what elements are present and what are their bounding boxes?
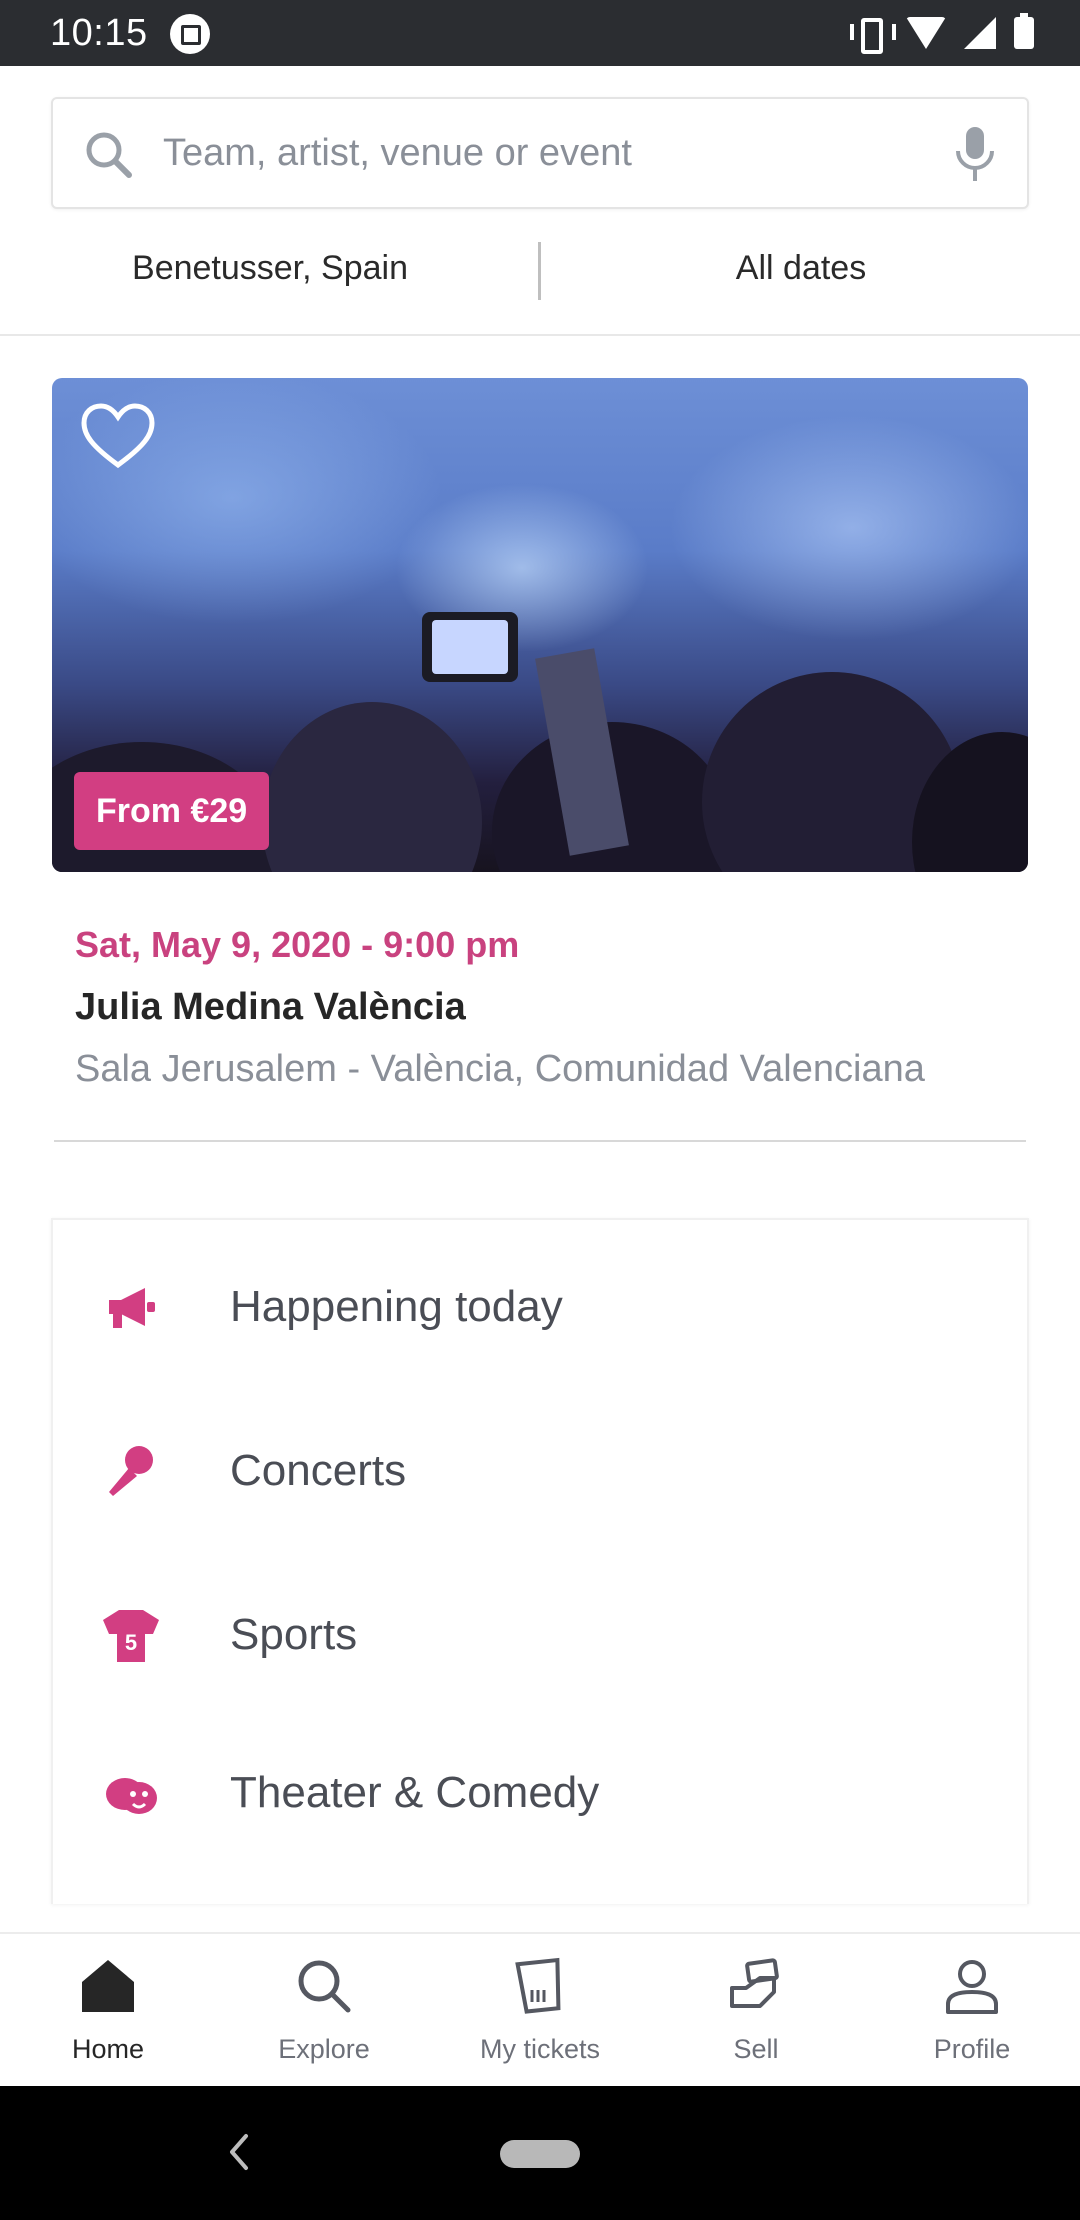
status-time: 10:15 — [50, 12, 148, 54]
nav-explore[interactable]: Explore — [216, 1934, 432, 2088]
svg-text:5: 5 — [125, 1630, 137, 1655]
category-label: Happening today — [230, 1282, 563, 1331]
back-icon[interactable] — [226, 2132, 252, 2172]
bottom-nav: Home Explore My tickets Sell Profile — [0, 1932, 1080, 2086]
search-icon — [86, 132, 132, 178]
microphone-icon — [109, 1446, 153, 1496]
price-badge: From €29 — [74, 772, 270, 850]
divider — [54, 1140, 1026, 1142]
wifi-icon — [906, 17, 946, 49]
nav-label: Explore — [278, 2034, 370, 2064]
nav-sell[interactable]: Sell — [648, 1934, 864, 2088]
category-concerts[interactable]: Concerts — [53, 1400, 1031, 1540]
nav-my-tickets[interactable]: My tickets — [432, 1934, 648, 2088]
megaphone-icon — [109, 1288, 155, 1328]
filter-bar: Benetusser, Spain All dates — [0, 232, 1080, 336]
vibrate-icon — [850, 16, 896, 54]
home-pill[interactable] — [500, 2140, 580, 2168]
screenshot-notification-icon — [170, 14, 210, 54]
nav-label: My tickets — [479, 2034, 600, 2064]
cell-signal-icon — [964, 17, 996, 49]
location-filter[interactable]: Benetusser, Spain — [0, 232, 540, 336]
category-list: Happening today Concerts 5 Sports Theate… — [51, 1218, 1029, 1904]
event-title[interactable]: Julia Medina València — [75, 986, 466, 1029]
category-theater-comedy[interactable]: Theater & Comedy — [53, 1722, 1031, 1862]
event-image[interactable]: From €29 — [52, 378, 1028, 872]
nav-profile[interactable]: Profile — [864, 1934, 1080, 2088]
jersey-icon: 5 — [103, 1610, 159, 1662]
status-bar: 10:15 — [0, 0, 1080, 66]
search-bar[interactable]: Team, artist, venue or event — [51, 97, 1029, 209]
nav-label: Profile — [933, 2034, 1011, 2064]
category-label: Concerts — [230, 1446, 407, 1495]
nav-home[interactable]: Home — [0, 1934, 216, 2088]
event-date: Sat, May 9, 2020 - 9:00 pm — [75, 924, 520, 965]
profile-icon — [946, 1960, 998, 2014]
heart-icon[interactable] — [80, 402, 156, 470]
category-label: Sports — [230, 1610, 358, 1659]
date-filter[interactable]: All dates — [541, 232, 1061, 336]
event-venue: Sala Jerusalem - València, Comunidad Val… — [75, 1048, 925, 1090]
category-label: Theater & Comedy — [230, 1768, 600, 1817]
nav-label: Sell — [733, 2034, 779, 2064]
system-nav-bar — [0, 2086, 1080, 2220]
battery-icon — [1014, 13, 1034, 49]
microphone-icon[interactable] — [953, 125, 997, 183]
status-icons — [850, 13, 1034, 54]
home-icon — [82, 1960, 134, 2012]
search-icon — [298, 1960, 351, 2013]
theater-masks-icon — [106, 1778, 157, 1814]
sell-hand-icon — [730, 1958, 779, 2008]
category-sports[interactable]: 5 Sports — [53, 1564, 1031, 1704]
search-input[interactable]: Team, artist, venue or event — [163, 132, 632, 175]
nav-label: Home — [71, 2034, 145, 2064]
ticket-icon — [515, 1957, 561, 2014]
category-happening-today[interactable]: Happening today — [53, 1236, 1031, 1376]
